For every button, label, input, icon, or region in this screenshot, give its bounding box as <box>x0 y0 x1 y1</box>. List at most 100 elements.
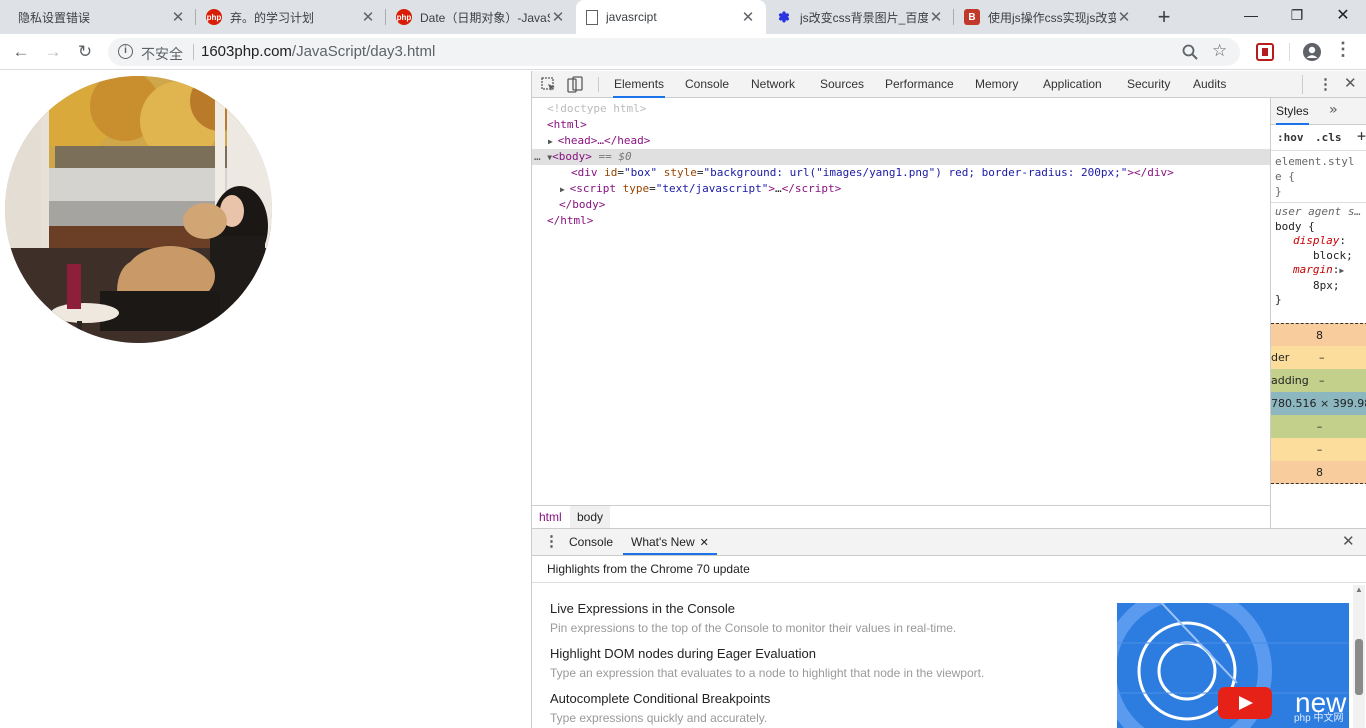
tab-study-plan[interactable]: php 弃。的学习计划 ✕ <box>196 0 386 34</box>
restore-icon[interactable]: ❐ <box>1274 0 1320 30</box>
reload-icon[interactable]: ↻ <box>72 39 98 65</box>
info-icon[interactable]: i <box>118 44 133 59</box>
close-tab-icon[interactable]: ✕ <box>1116 8 1132 26</box>
tab-console[interactable]: Console <box>684 71 730 98</box>
expand-triangle-icon[interactable]: ▶ <box>548 137 558 146</box>
close-tab-icon[interactable]: ✕ <box>740 8 756 26</box>
tab-network[interactable]: Network <box>750 71 796 98</box>
dom-head[interactable]: ▶ <head>…</head> <box>532 133 1270 149</box>
box-margin-top[interactable]: 8 <box>1271 323 1366 346</box>
address-bar[interactable]: i 不安全 1603php.com/JavaScript/day3.html ☆ <box>108 38 1240 66</box>
close-tab-icon[interactable]: ✕ <box>170 8 186 26</box>
tab-sources[interactable]: Sources <box>819 71 865 98</box>
page-icon <box>586 9 598 25</box>
dom-script[interactable]: ▶ <script type="text/javascript">…</scri… <box>532 181 1270 197</box>
close-tab-icon[interactable]: ✕ <box>550 8 566 26</box>
js-logo-icon: B <box>964 9 980 25</box>
profile-avatar-icon[interactable] <box>1302 42 1322 62</box>
tab-elements[interactable]: Elements <box>613 71 666 98</box>
breadcrumb-html[interactable]: html <box>539 510 562 524</box>
box-model-diagram: 8 der– adding– 780.516 × 399.984 – – 8 <box>1271 323 1366 485</box>
back-arrow-icon[interactable]: ← <box>8 39 34 65</box>
box-content-size[interactable]: 780.516 × 399.984 <box>1271 392 1366 415</box>
box-margin-bottom[interactable]: 8 <box>1271 461 1366 484</box>
dom-html-close[interactable]: </html> <box>532 213 1270 229</box>
cls-toggle[interactable]: .cls <box>1315 131 1342 144</box>
close-drawer-tab-icon[interactable]: ✕ <box>700 537 709 549</box>
dom-doctype[interactable]: <!doctype html> <box>532 101 1270 117</box>
elements-tree[interactable]: <!doctype html> <html> ▶ <head>…</head> … <box>532 98 1270 505</box>
youtube-play-icon[interactable] <box>1218 687 1272 719</box>
security-label: 不安全 <box>141 46 183 62</box>
window-close-icon[interactable]: ✕ <box>1320 0 1366 30</box>
feature-title[interactable]: Autocomplete Conditional Breakpoints <box>550 691 770 706</box>
tab-privacy-error[interactable]: 隐私设置错误 ✕ <box>8 0 196 34</box>
tab-security[interactable]: Security <box>1126 71 1171 98</box>
browser-toolbar: ← → ↻ i 不安全 1603php.com/JavaScript/day3.… <box>0 34 1366 70</box>
scroll-up-icon[interactable]: ▲ <box>1355 585 1363 594</box>
devtools-tabbar: Elements Console Network Sources Perform… <box>532 71 1366 98</box>
dom-div-box[interactable]: <div id="box" style="background: url("im… <box>532 165 1270 181</box>
tab-js-css[interactable]: B 使用js操作css实现js改变 ✕ <box>954 0 1142 34</box>
tab-date-object[interactable]: php Date（日期对象）-JavaS ✕ <box>386 0 576 34</box>
tab-audits[interactable]: Audits <box>1192 71 1227 98</box>
extension-icon[interactable] <box>1256 43 1274 61</box>
close-devtools-icon[interactable]: ✕ <box>1344 74 1357 92</box>
add-rule-plus-icon[interactable]: + <box>1357 127 1366 145</box>
breadcrumb: html body <box>532 505 1270 528</box>
hov-toggle[interactable]: :hov <box>1277 131 1304 144</box>
box-border-bottom[interactable]: – <box>1271 438 1366 461</box>
php-icon: php <box>396 9 412 25</box>
styles-tab[interactable]: Styles <box>1276 98 1309 125</box>
tab-title: js改变css背景图片_百度 <box>800 10 928 25</box>
dom-html[interactable]: <html> <box>532 117 1270 133</box>
inspect-element-icon[interactable] <box>541 77 556 92</box>
box-border-row[interactable]: der – <box>1271 346 1366 369</box>
close-tab-icon[interactable]: ✕ <box>360 8 376 26</box>
tab-baidu-search[interactable]: ✽ js改变css背景图片_百度 ✕ <box>766 0 954 34</box>
tab-title: Date（日期对象）-JavaS <box>420 10 550 25</box>
feature-title[interactable]: Live Expressions in the Console <box>550 601 735 616</box>
feature-desc: Type expressions quickly and accurately. <box>550 711 768 725</box>
device-toolbar-icon[interactable] <box>567 76 583 93</box>
drawer-tabbar: ⋮ Console What's New ✕ ✕ <box>532 528 1366 556</box>
chrome-menu-icon[interactable]: ⋮ <box>1334 39 1352 60</box>
tab-memory[interactable]: Memory <box>974 71 1019 98</box>
tab-title: 弃。的学习计划 <box>230 10 315 25</box>
drawer-tab-whats-new[interactable]: What's New ✕ <box>623 529 717 555</box>
box-padding-row[interactable]: adding – <box>1271 369 1366 392</box>
page-viewport <box>0 71 531 728</box>
drawer-tab-console[interactable]: Console <box>569 529 613 555</box>
ua-body-rule[interactable]: user agent s… body { display: block; mar… <box>1275 205 1361 308</box>
feature-title[interactable]: Highlight DOM nodes during Eager Evaluat… <box>550 646 816 661</box>
breadcrumb-body[interactable]: body <box>577 510 603 524</box>
close-tab-icon[interactable]: ✕ <box>928 8 944 26</box>
new-tab-plus-icon[interactable]: + <box>1150 3 1178 31</box>
dom-body-selected[interactable]: … ▼<body> == $0 <box>532 149 1270 165</box>
tab-application[interactable]: Application <box>1042 71 1103 98</box>
bookmark-star-icon[interactable]: ☆ <box>1212 41 1227 61</box>
watermark: php 中文网 <box>1294 713 1344 724</box>
more-dots-icon[interactable]: … <box>534 150 547 163</box>
scrollbar[interactable]: ▲ <box>1353 585 1365 728</box>
box-padding-bottom[interactable]: – <box>1271 415 1366 438</box>
forward-arrow-icon[interactable]: → <box>40 39 66 65</box>
chrome-70-video-thumbnail[interactable]: new php 中文网 <box>1117 603 1349 728</box>
close-drawer-icon[interactable]: ✕ <box>1342 532 1355 550</box>
tab-performance[interactable]: Performance <box>884 71 955 98</box>
expand-triangle-icon[interactable]: ▶ <box>1339 266 1344 275</box>
baidu-paw-icon: ✽ <box>778 8 790 25</box>
url-text[interactable]: 1603php.com/JavaScript/day3.html <box>201 43 435 60</box>
drawer-menu-icon[interactable]: ⋮ <box>544 532 559 550</box>
feature-desc: Pin expressions to the top of the Consol… <box>550 621 957 635</box>
more-tabs-chevron-icon[interactable]: » <box>1329 102 1337 118</box>
expand-triangle-icon[interactable]: ▶ <box>560 185 570 194</box>
zoom-icon[interactable] <box>1182 44 1198 60</box>
devtools-menu-icon[interactable]: ⋮ <box>1318 75 1333 93</box>
scrollbar-thumb[interactable] <box>1355 639 1363 695</box>
element-style-rule[interactable]: element.styl e { } <box>1275 154 1354 199</box>
tab-title: 使用js操作css实现js改变 <box>988 10 1116 25</box>
tab-javasrcipt[interactable]: javasrcipt ✕ <box>576 0 766 34</box>
minimize-icon[interactable]: — <box>1228 0 1274 30</box>
dom-body-close[interactable]: </body> <box>532 197 1270 213</box>
